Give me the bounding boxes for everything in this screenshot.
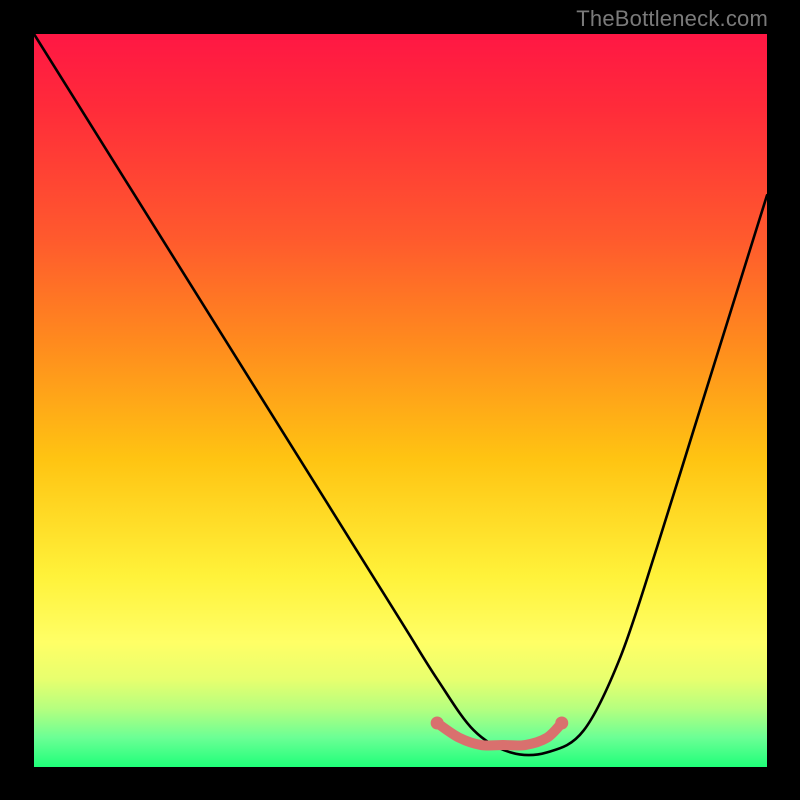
optimal-range-stroke <box>437 723 562 746</box>
bottleneck-curve <box>34 34 767 755</box>
chart-frame: TheBottleneck.com <box>0 0 800 800</box>
watermark: TheBottleneck.com <box>576 6 768 32</box>
optimal-range <box>431 717 569 746</box>
chart-overlay <box>34 34 767 767</box>
optimal-range-endpoint <box>555 717 568 730</box>
optimal-range-endpoint <box>431 717 444 730</box>
plot-area <box>34 34 767 767</box>
